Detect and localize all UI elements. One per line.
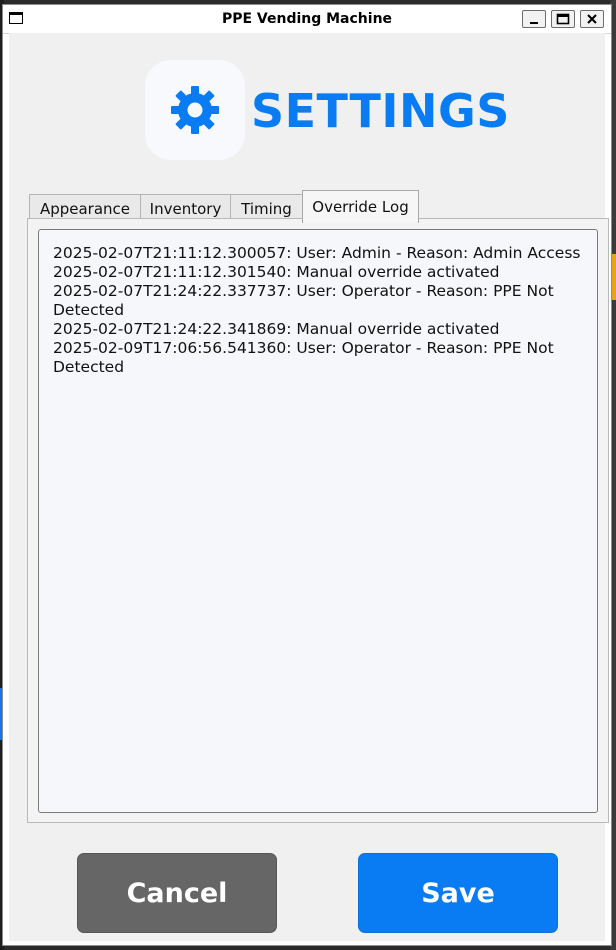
- log-entry: 2025-02-07T21:24:22.341869: Manual overr…: [53, 320, 500, 338]
- settings-content: SETTINGS Appearance Inventory Timing Ove…: [9, 33, 609, 941]
- minimize-button[interactable]: [522, 10, 546, 28]
- override-log-text-area[interactable]: 2025-02-07T21:11:12.300057: User: Admin …: [38, 229, 598, 813]
- cancel-button[interactable]: Cancel: [77, 853, 277, 933]
- log-entry: 2025-02-07T21:24:22.337737: User: Operat…: [53, 282, 554, 319]
- settings-icon-tile: [145, 60, 245, 160]
- app-window: PPE Vending Machine SETTINGS Appearance …: [2, 4, 612, 946]
- maximize-button[interactable]: [551, 10, 575, 28]
- window-title: PPE Vending Machine: [221, 11, 393, 27]
- tab-override-log[interactable]: Override Log: [302, 190, 419, 223]
- minimize-icon: [530, 22, 538, 24]
- save-button[interactable]: Save: [358, 853, 558, 933]
- override-log-panel: 2025-02-07T21:11:12.300057: User: Admin …: [27, 218, 609, 823]
- close-icon: [587, 14, 597, 24]
- gear-icon: [171, 86, 219, 134]
- page-title: SETTINGS: [251, 84, 510, 138]
- title-bar[interactable]: PPE Vending Machine: [3, 5, 611, 34]
- close-button[interactable]: [580, 10, 604, 28]
- log-entry: 2025-02-07T21:11:12.301540: Manual overr…: [53, 263, 500, 281]
- log-entry: 2025-02-09T17:06:56.541360: User: Operat…: [53, 339, 554, 376]
- maximize-icon: [556, 13, 570, 25]
- log-entry: 2025-02-07T21:11:12.300057: User: Admin …: [53, 244, 581, 262]
